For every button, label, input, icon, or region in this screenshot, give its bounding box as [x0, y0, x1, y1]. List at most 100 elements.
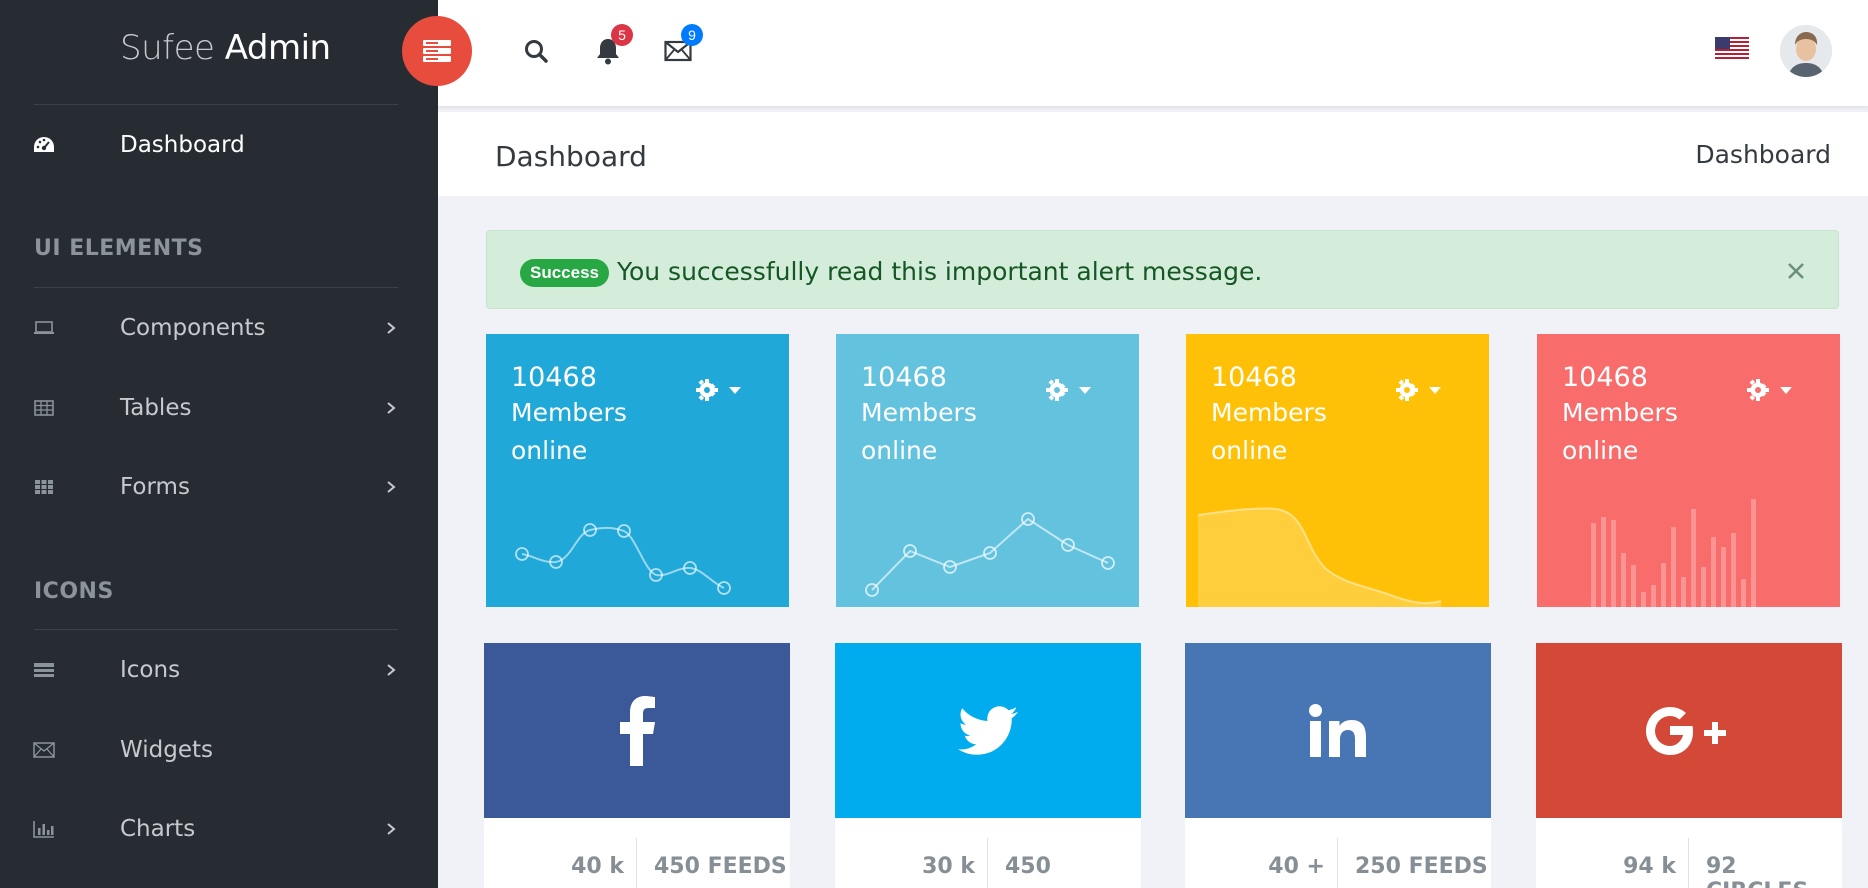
settings-dropdown-icon[interactable]	[696, 378, 746, 402]
sidebar-item-label: Components	[120, 315, 266, 341]
social-card-header[interactable]	[835, 643, 1141, 818]
social-stat-primary: 40 +	[1268, 854, 1325, 879]
linkedin-icon	[1309, 703, 1366, 757]
stat-card: 10468 Members online	[1186, 334, 1489, 607]
social-card-header[interactable]	[1185, 643, 1491, 818]
divider	[1688, 838, 1689, 888]
dashboard-icon	[32, 133, 56, 157]
sidebar-item-tables[interactable]: Tables	[0, 388, 438, 428]
stat-label: Members online	[511, 398, 627, 465]
laptop-icon	[32, 316, 56, 340]
divider	[987, 838, 988, 888]
social-card-facebook: 40 k 450 FEEDS	[484, 643, 790, 888]
stat-value: 10468	[1562, 362, 1648, 393]
stat-card: 10468 Members online	[836, 334, 1139, 607]
social-card-header[interactable]	[1536, 643, 1842, 818]
sidebar-item-components[interactable]: Components	[0, 308, 438, 348]
social-stat-secondary: 450	[1005, 854, 1051, 879]
stat-value: 10468	[1211, 362, 1297, 393]
close-icon[interactable]	[1784, 259, 1808, 283]
stat-sparkline	[865, 512, 1115, 597]
social-stat-primary: 30 k	[922, 854, 975, 879]
stat-label: Members online	[1562, 398, 1678, 465]
sidebar-item-widgets[interactable]: Widgets	[0, 730, 438, 770]
brand-part1: Sufee	[120, 28, 225, 68]
stat-value: 10468	[861, 362, 947, 393]
social-card-linkedin: 40 + 250 FEEDS	[1185, 643, 1491, 888]
section-title-icons: ICONS	[34, 579, 114, 604]
stat-card: 10468 Members online	[486, 334, 789, 607]
sidebar-item-label: Forms	[120, 474, 190, 500]
stat-label: Members online	[861, 398, 977, 465]
envelope-icon	[32, 738, 56, 762]
divider	[34, 104, 398, 105]
search-icon	[525, 40, 548, 63]
list-icon	[32, 658, 56, 682]
sidebar: Sufee Admin Dashboard UI ELEMENTS Compon…	[0, 0, 438, 888]
stat-sparkline	[515, 523, 731, 595]
top-header: 5 9	[402, 0, 1868, 106]
brand-part2: Admin	[224, 28, 331, 68]
menu-toggle-icon	[423, 40, 451, 62]
section-title-ui-elements: UI ELEMENTS	[34, 236, 204, 261]
sidebar-item-icons[interactable]: Icons	[0, 650, 438, 690]
chevron-right-icon	[387, 481, 396, 493]
stat-bar-chart	[1591, 499, 1756, 607]
stat-area-chart	[1197, 507, 1442, 607]
sidebar-item-forms[interactable]: Forms	[0, 467, 438, 507]
message-count-badge: 9	[681, 24, 703, 46]
social-stats: 40 k 450 FEEDS	[484, 818, 790, 888]
chevron-right-icon	[387, 402, 396, 414]
social-card-header[interactable]	[484, 643, 790, 818]
user-avatar[interactable]	[1780, 25, 1832, 77]
social-stat-secondary: 92 CIRCLES	[1706, 854, 1808, 888]
alert-message: You successfully read this important ale…	[617, 257, 1263, 286]
stat-label: Members online	[1211, 398, 1327, 465]
success-alert: Success You successfully read this impor…	[486, 230, 1839, 309]
alert-badge: Success	[520, 259, 609, 287]
social-stat-primary: 94 k	[1623, 854, 1676, 879]
social-stats: 94 k 92 CIRCLES	[1536, 818, 1842, 888]
stat-card: 10468 Members online	[1537, 334, 1840, 607]
divider	[1337, 838, 1338, 888]
social-stats: 30 k 450	[835, 818, 1141, 888]
stat-value: 10468	[511, 362, 597, 393]
notification-count-badge: 5	[611, 24, 633, 46]
sidebar-item-label: Dashboard	[120, 132, 245, 158]
social-stat-secondary: 450 FEEDS	[654, 854, 787, 879]
settings-dropdown-icon[interactable]	[1396, 378, 1446, 402]
user-photo	[1780, 25, 1832, 77]
menu-toggle-button[interactable]	[402, 16, 472, 86]
social-stat-primary: 40 k	[571, 854, 624, 879]
search-button[interactable]	[521, 36, 551, 66]
sidebar-item-charts[interactable]: Charts	[0, 809, 438, 849]
divider	[636, 838, 637, 888]
google-plus-icon	[1646, 706, 1726, 755]
table-icon	[32, 396, 56, 420]
settings-dropdown-icon[interactable]	[1747, 378, 1797, 402]
chevron-right-icon	[387, 664, 396, 676]
grid-icon	[32, 475, 56, 499]
bar-chart-icon	[32, 817, 56, 841]
social-card-twitter: 30 k 450	[835, 643, 1141, 888]
social-card-google-plus: 94 k 92 CIRCLES	[1536, 643, 1842, 888]
social-stats: 40 + 250 FEEDS	[1185, 818, 1491, 888]
sidebar-item-label: Icons	[120, 657, 181, 683]
sidebar-item-label: Widgets	[120, 737, 213, 763]
notifications-button[interactable]: 5	[593, 24, 633, 66]
chevron-right-icon	[387, 322, 396, 334]
breadcrumb-bar: Dashboard Dashboard	[438, 112, 1868, 196]
settings-dropdown-icon[interactable]	[1046, 378, 1096, 402]
brand-logo[interactable]: Sufee Admin	[120, 28, 331, 68]
twitter-icon	[958, 705, 1018, 755]
messages-button[interactable]: 9	[663, 24, 703, 66]
chevron-right-icon	[387, 823, 396, 835]
page-title: Dashboard	[495, 140, 647, 173]
breadcrumb-current[interactable]: Dashboard	[1695, 140, 1831, 169]
facebook-icon	[620, 695, 655, 766]
social-stat-secondary: 250 FEEDS	[1355, 854, 1488, 879]
us-flag-icon[interactable]	[1715, 37, 1749, 61]
sidebar-item-dashboard[interactable]: Dashboard	[0, 125, 438, 165]
divider	[34, 629, 398, 630]
divider	[34, 287, 398, 288]
